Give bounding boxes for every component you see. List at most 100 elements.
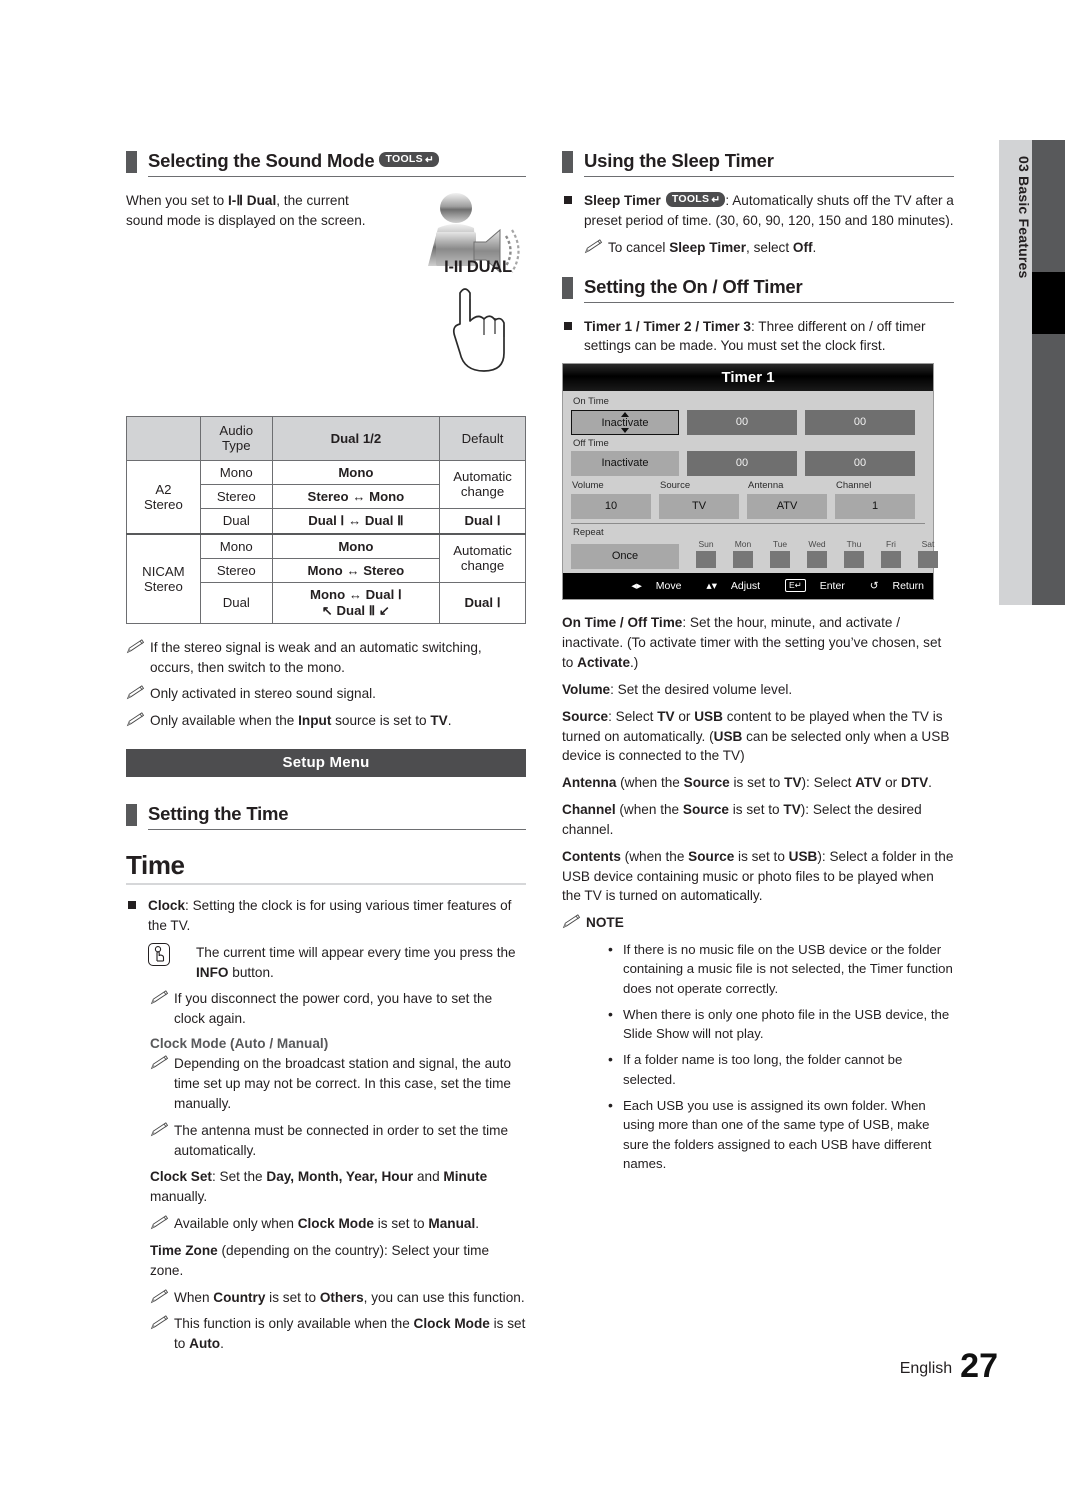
sidebar-chapter-label: 03 Basic Features	[1016, 156, 1032, 279]
pencil-icon	[126, 685, 145, 700]
pencil-icon	[150, 990, 169, 1005]
osd-day-mon[interactable]: Mon	[730, 539, 756, 569]
heading-accent-bar	[126, 804, 137, 827]
left-right-arrows-icon: ◂▸	[631, 580, 642, 593]
osd-group-volume: Volume 10	[571, 480, 651, 519]
note-text: Available only when Clock Mode is set to…	[174, 1216, 479, 1232]
note-item: Only available when the Input source is …	[126, 711, 526, 731]
note-text: If you disconnect the power cord, you ha…	[174, 991, 493, 1027]
table-cell-type: Mono	[199, 459, 273, 485]
tools-badge-icon: TOOLS ↵	[379, 152, 440, 168]
osd-day-tue[interactable]: Tue	[767, 539, 793, 569]
timer-osd-screenshot: Timer 1 On Time Inactivate 00 00 Off Tim…	[562, 363, 938, 601]
description-volume: Volume: Set the desired volume level.	[562, 681, 793, 697]
page-title-time: Time	[126, 850, 185, 881]
note-item: If the stereo signal is weak and an auto…	[126, 638, 526, 678]
audio-type-table: Audio Type Dual 1/2 Default A2 Stereo Mo…	[126, 415, 526, 624]
osd-field-on-time-hour[interactable]: 00	[687, 409, 797, 435]
checkbox-icon[interactable]	[733, 551, 753, 569]
return-arrow-icon: ↺	[869, 580, 879, 593]
osd-key-guide: ◂▸ Move ▴▾ Adjust E↵ Enter ↺ Return	[563, 573, 933, 600]
description-antenna: Antenna (when the Source is set to TV): …	[562, 775, 932, 791]
heading-rule	[148, 176, 526, 177]
note-item: If you disconnect the power cord, you ha…	[150, 989, 526, 1029]
osd-group-source: Source TV	[659, 480, 739, 519]
setup-menu-banner: Setup Menu	[126, 749, 526, 778]
checkbox-icon[interactable]	[844, 551, 864, 569]
osd-field-repeat[interactable]: Once	[571, 544, 679, 570]
osd-row-on-time: Inactivate 00 00	[571, 409, 925, 435]
dual-mode-osd-label: I-II DUAL	[444, 258, 512, 276]
note-text: The antenna must be connected in order t…	[174, 1122, 509, 1158]
checkbox-icon[interactable]	[881, 551, 901, 569]
table-cell-type: Dual	[199, 507, 273, 535]
table-group-nicam: NICAM Stereo	[126, 532, 201, 624]
note-item: Only activated in stereo sound signal.	[126, 684, 526, 704]
checkbox-icon[interactable]	[807, 551, 827, 569]
table-cell-default: Automatic change	[439, 532, 526, 583]
osd-field-antenna[interactable]: ATV	[747, 493, 827, 519]
osd-field-on-time-minute[interactable]: 00	[805, 409, 915, 435]
osd-key-enter: E↵ Enter	[774, 579, 845, 593]
osd-day-sat[interactable]: Sat	[915, 539, 941, 569]
description-channel: Channel (when the Source is set to TV): …	[562, 802, 922, 837]
note-item: The antenna must be connected in order t…	[150, 1121, 526, 1161]
osd-day-thu[interactable]: Thu	[841, 539, 867, 569]
osd-field-volume[interactable]: 10	[571, 493, 651, 519]
pencil-icon	[126, 712, 145, 727]
osd-day-fri[interactable]: Fri	[878, 539, 904, 569]
chevron-down-icon	[621, 427, 629, 433]
table-cell-dual: Mono ↔ Stereo	[271, 557, 441, 583]
checkbox-icon[interactable]	[918, 551, 938, 569]
heading-accent-bar	[562, 151, 573, 173]
page-footer: English 27	[900, 1347, 998, 1386]
note-text: When Country is set to Others, you can u…	[174, 1289, 525, 1305]
heading-title-sleep-timer: Using the Sleep Timer	[584, 150, 774, 171]
footer-language: English	[899, 1360, 953, 1377]
osd-group-antenna: Antenna ATV	[747, 480, 827, 519]
description-source: Source: Select TV or USB content to be p…	[562, 708, 950, 764]
checkbox-icon[interactable]	[696, 551, 716, 569]
note-heading-block: NOTE	[562, 913, 954, 933]
table-cell-dual: Mono	[271, 459, 441, 485]
list-item: If a folder name is too long, the folder…	[606, 1049, 954, 1089]
title-rule	[126, 883, 526, 886]
osd-field-on-time-state[interactable]: Inactivate	[571, 409, 679, 435]
pencil-icon	[126, 638, 145, 653]
table-cell-type: Dual	[199, 581, 273, 624]
list-item: When there is only one photo file in the…	[606, 1004, 954, 1044]
list-item: Each USB you use is assigned its own fol…	[606, 1095, 954, 1173]
table-group-a2: A2 Stereo	[126, 459, 201, 535]
chevron-up-icon	[621, 411, 629, 417]
table-header-row: Audio Type Dual 1/2 Default	[126, 415, 526, 461]
osd-label-volume: Volume	[572, 480, 604, 492]
timer-descriptions: On Time / Off Time: Set the hour, minute…	[562, 613, 954, 906]
osd-key-return: ↺ Return	[869, 580, 924, 593]
osd-field-channel[interactable]: 1	[835, 493, 915, 519]
sidebar-chapter-tab: 03 Basic Features	[999, 140, 1032, 605]
osd-repeat-box: Once	[571, 544, 679, 570]
table-cell-default: Dual Ⅰ	[439, 581, 526, 624]
osd-key-adjust: ▴▾ Adjust	[706, 580, 761, 593]
description-on-off-time: On Time / Off Time: Set the hour, minute…	[562, 615, 942, 670]
osd-day-wed[interactable]: Wed	[804, 539, 830, 569]
sleep-timer-label: Sleep Timer	[584, 193, 661, 208]
manual-page: 03 Basic Features Selecting the Sound Mo…	[0, 0, 1080, 1494]
osd-group-channel: Channel 1	[835, 480, 915, 519]
osd-divider	[571, 522, 925, 524]
osd-day-sun[interactable]: Sun	[693, 539, 719, 569]
heading-rule	[584, 176, 954, 177]
up-down-arrows-icon: ▴▾	[706, 580, 717, 593]
timer-label: Timer 1 / Timer 2 / Timer 3	[584, 318, 751, 334]
osd-field-off-time-hour[interactable]: 00	[687, 451, 797, 477]
heading-rule	[148, 829, 526, 831]
osd-field-source[interactable]: TV	[659, 493, 739, 519]
osd-field-off-time-minute[interactable]: 00	[805, 451, 915, 477]
table-cell-type: Stereo	[199, 483, 273, 509]
osd-row-off-time: Inactivate 00 00	[571, 451, 925, 477]
heading-title-setting-time: Setting the Time	[148, 803, 289, 825]
checkbox-icon[interactable]	[770, 551, 790, 569]
note-text: Only available when the Input source is …	[150, 713, 452, 729]
osd-field-off-time-state[interactable]: Inactivate	[571, 451, 679, 477]
note-list: If there is no music file on the USB dev…	[606, 939, 954, 1173]
